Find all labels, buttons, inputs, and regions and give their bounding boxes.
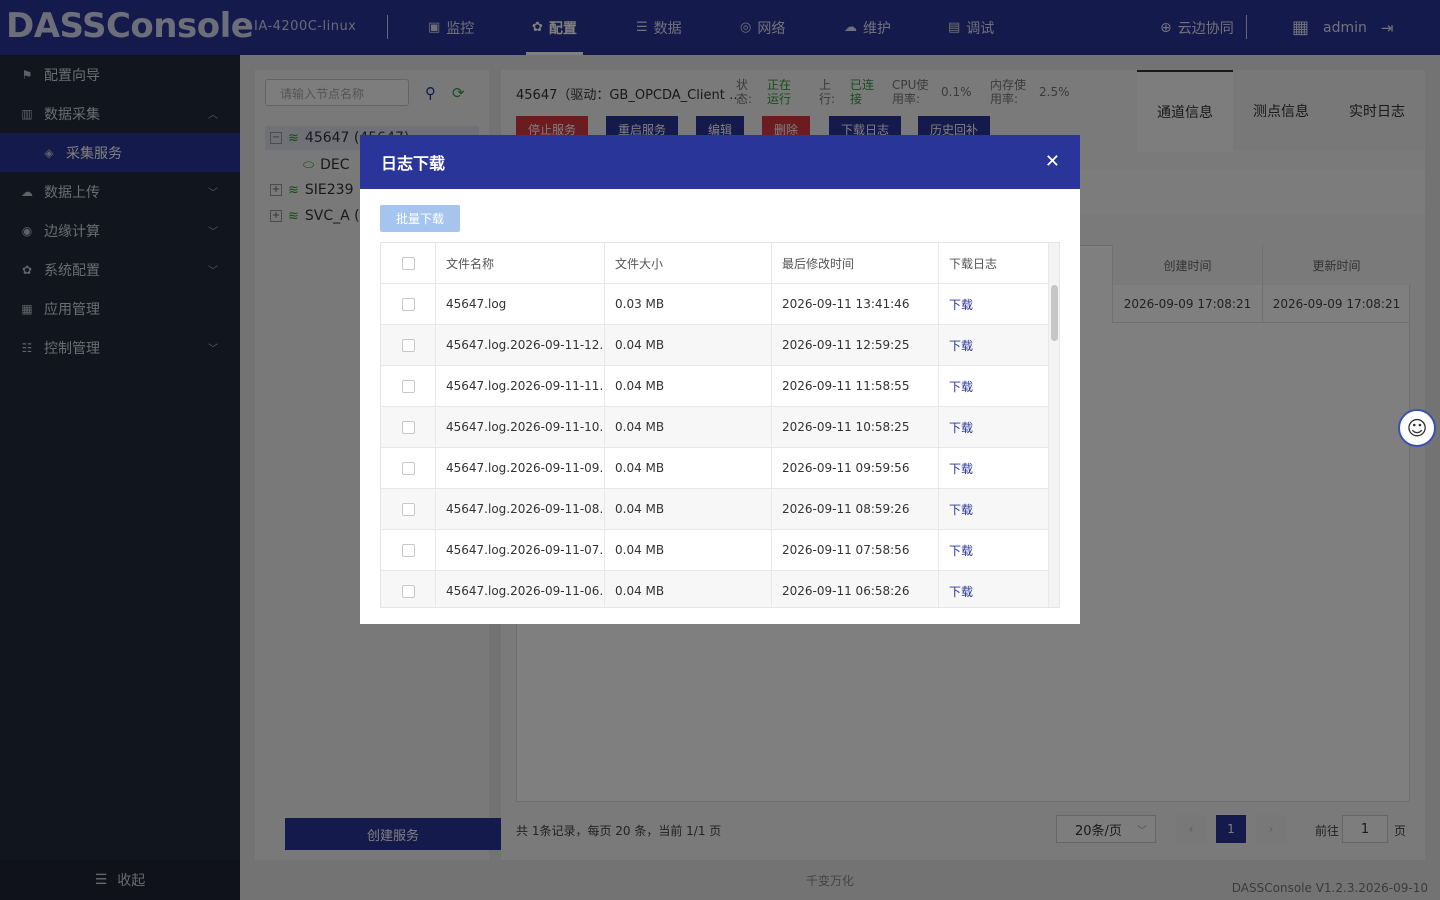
- row-select-cell: [381, 325, 436, 365]
- file-size: 0.04 MB: [605, 407, 772, 447]
- table-body: 45647.log 0.03 MB 2026-09-11 13:41:46 下载 456…: [381, 284, 1059, 607]
- column-header-modified: 最后修改时间: [772, 243, 939, 283]
- download-link[interactable]: 下载: [949, 337, 973, 354]
- file-name: 45647.log.2026-09-11-10…: [446, 419, 605, 434]
- download-cell: 下载: [939, 284, 1050, 324]
- file-name: 45647.log: [446, 296, 507, 311]
- dialog-title: 日志下载: [381, 154, 446, 173]
- row-select-cell: [381, 366, 436, 406]
- file-name-cell: 45647.log.2026-09-11-08…: [436, 489, 605, 529]
- row-checkbox[interactable]: [401, 338, 415, 352]
- modified-time: 2026-09-11 09:59:56: [772, 448, 939, 488]
- download-link[interactable]: 下载: [949, 419, 973, 436]
- select-all-checkbox[interactable]: [401, 256, 415, 270]
- table-row: 45647.log.2026-09-11-12… 0.04 MB 2026-09-1…: [381, 325, 1059, 366]
- file-name: 45647.log.2026-09-11-12…: [446, 337, 605, 352]
- modified-time: 2026-09-11 12:59:25: [772, 325, 939, 365]
- column-header-size: 文件大小: [605, 243, 772, 283]
- table-row: 45647.log.2026-09-11-09… 0.04 MB 2026-09-1…: [381, 448, 1059, 489]
- file-size: 0.04 MB: [605, 530, 772, 570]
- file-name: 45647.log.2026-09-11-08…: [446, 501, 605, 516]
- file-name-cell: 45647.log.2026-09-11-12…: [436, 325, 605, 365]
- column-header-download: 下载日志: [949, 256, 998, 271]
- row-checkbox[interactable]: [401, 502, 415, 516]
- modified-time: 2026-09-11 11:58:55: [772, 366, 939, 406]
- row-select-cell: [381, 530, 436, 570]
- file-name: 45647.log.2026-09-11-09…: [446, 460, 605, 475]
- row-checkbox[interactable]: [401, 584, 415, 598]
- download-cell: 下载: [939, 571, 1050, 607]
- file-name-cell: 45647.log.2026-09-11-10…: [436, 407, 605, 447]
- file-name: 45647.log.2026-09-11-06…: [446, 583, 605, 598]
- close-icon[interactable]: ✕: [1045, 152, 1060, 172]
- modified-time: 2026-09-11 07:58:56: [772, 530, 939, 570]
- modified-time: 2026-09-11 13:41:46: [772, 284, 939, 324]
- scrollbar[interactable]: [1048, 243, 1059, 607]
- row-checkbox[interactable]: [401, 420, 415, 434]
- table-row: 45647.log.2026-09-11-10… 0.04 MB 2026-09-1…: [381, 407, 1059, 448]
- file-name: 45647.log.2026-09-11-07…: [446, 542, 605, 557]
- download-link[interactable]: 下载: [949, 296, 973, 313]
- scrollbar-thumb[interactable]: [1051, 285, 1058, 341]
- table-row: 45647.log.2026-09-11-06… 0.04 MB 2026-09-1…: [381, 571, 1059, 607]
- dialog-header: 日志下载 ✕: [360, 135, 1080, 189]
- download-cell: 下载: [939, 407, 1050, 447]
- file-size: 0.03 MB: [605, 284, 772, 324]
- modified-time: 2026-09-11 10:58:25: [772, 407, 939, 447]
- file-size: 0.04 MB: [605, 448, 772, 488]
- row-checkbox[interactable]: [401, 543, 415, 557]
- file-size: 0.04 MB: [605, 489, 772, 529]
- row-checkbox[interactable]: [401, 461, 415, 475]
- download-cell: 下载: [939, 448, 1050, 488]
- assistant-avatar[interactable]: ☺: [1398, 409, 1436, 447]
- table-row: 45647.log.2026-09-11-08… 0.04 MB 2026-09-1…: [381, 489, 1059, 530]
- download-link[interactable]: 下载: [949, 583, 973, 600]
- row-select-cell: [381, 284, 436, 324]
- file-size: 0.04 MB: [605, 366, 772, 406]
- download-link[interactable]: 下载: [949, 501, 973, 518]
- download-link[interactable]: 下载: [949, 542, 973, 559]
- file-name-cell: 45647.log.2026-09-11-11…: [436, 366, 605, 406]
- table-header-row: 文件名称 文件大小 最后修改时间 下载日志: [381, 243, 1059, 284]
- select-all-cell: [381, 243, 436, 283]
- batch-download-button[interactable]: 批量下载: [380, 205, 460, 232]
- download-cell: 下载: [939, 530, 1050, 570]
- download-cell: 下载: [939, 366, 1050, 406]
- row-checkbox[interactable]: [401, 297, 415, 311]
- file-name: 45647.log.2026-09-11-11…: [446, 378, 605, 393]
- row-select-cell: [381, 407, 436, 447]
- log-file-table: 文件名称 文件大小 最后修改时间 下载日志 45647.log 0.03 MB 20…: [380, 242, 1060, 608]
- modified-time: 2026-09-11 06:58:26: [772, 571, 939, 607]
- column-header-name: 文件名称: [436, 243, 605, 283]
- table-row: 45647.log 0.03 MB 2026-09-11 13:41:46 下载: [381, 284, 1059, 325]
- file-name-cell: 45647.log.2026-09-11-07…: [436, 530, 605, 570]
- file-name-cell: 45647.log.2026-09-11-06…: [436, 571, 605, 607]
- table-row: 45647.log.2026-09-11-11… 0.04 MB 2026-09-1…: [381, 366, 1059, 407]
- row-checkbox[interactable]: [401, 379, 415, 393]
- download-cell: 下载: [939, 489, 1050, 529]
- download-link[interactable]: 下载: [949, 460, 973, 477]
- table-row: 45647.log.2026-09-11-07… 0.04 MB 2026-09-1…: [381, 530, 1059, 571]
- file-name-cell: 45647.log: [436, 284, 605, 324]
- file-size: 0.04 MB: [605, 571, 772, 607]
- row-select-cell: [381, 448, 436, 488]
- download-cell: 下载: [939, 325, 1050, 365]
- download-link[interactable]: 下载: [949, 378, 973, 395]
- modified-time: 2026-09-11 08:59:26: [772, 489, 939, 529]
- log-download-dialog: 日志下载 ✕ 批量下载 文件名称 文件大小 最后修改时间 下载日志 45647.…: [360, 135, 1080, 624]
- file-size: 0.04 MB: [605, 325, 772, 365]
- assistant-face-icon: ☺: [1406, 416, 1428, 440]
- file-name-cell: 45647.log.2026-09-11-09…: [436, 448, 605, 488]
- row-select-cell: [381, 489, 436, 529]
- row-select-cell: [381, 571, 436, 607]
